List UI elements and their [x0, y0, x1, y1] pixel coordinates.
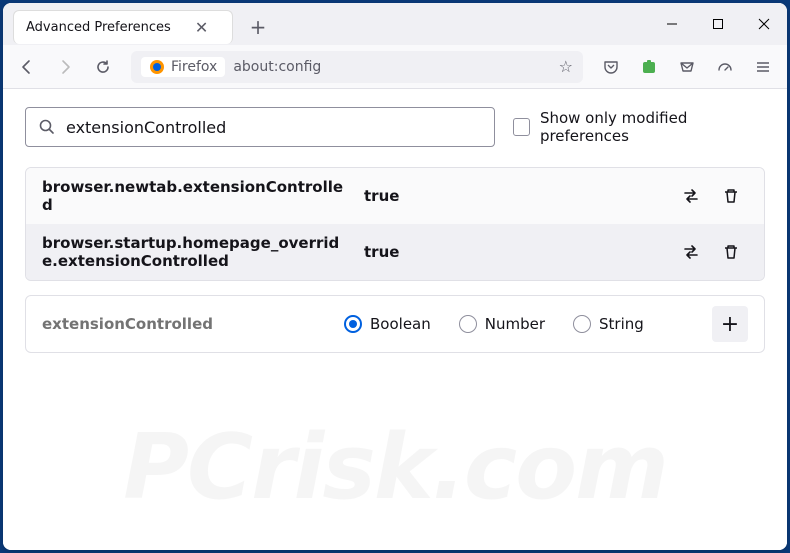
reload-button[interactable] [87, 51, 119, 83]
checkbox-label: Show only modified preferences [540, 109, 765, 145]
radio-boolean[interactable]: Boolean [344, 315, 431, 333]
pref-row: browser.newtab.extensionControlled true [26, 168, 764, 224]
swap-icon [681, 242, 701, 262]
radio-icon [344, 315, 362, 333]
search-icon [38, 118, 56, 136]
trash-icon [721, 242, 741, 262]
watermark: PCrisk.com [3, 415, 787, 520]
url-bar[interactable]: Firefox about:config ☆ [131, 51, 583, 83]
plus-icon: + [721, 312, 739, 337]
minimize-button[interactable] [649, 3, 695, 45]
pref-value: true [364, 187, 662, 205]
inbox-icon[interactable] [671, 51, 703, 83]
close-window-button[interactable] [741, 3, 787, 45]
url-text: about:config [233, 59, 550, 75]
browser-window: Advanced Preferences ✕ + Firefox about:c… [3, 3, 787, 550]
dashboard-icon[interactable] [709, 51, 741, 83]
delete-button[interactable] [714, 235, 748, 269]
add-button[interactable]: + [712, 306, 748, 342]
maximize-button[interactable] [695, 3, 741, 45]
radio-string[interactable]: String [573, 315, 644, 333]
radio-icon [459, 315, 477, 333]
identity-label: Firefox [171, 59, 217, 75]
close-icon[interactable]: ✕ [195, 18, 208, 37]
type-radio-group: Boolean Number String [344, 315, 700, 333]
titlebar: Advanced Preferences ✕ + [3, 3, 787, 45]
bookmark-star-icon[interactable]: ☆ [559, 57, 573, 76]
search-row: Show only modified preferences [25, 107, 765, 147]
tab-title: Advanced Preferences [26, 20, 171, 35]
swap-icon [681, 186, 701, 206]
identity-box[interactable]: Firefox [141, 57, 225, 77]
pref-name: browser.newtab.extensionControlled [42, 178, 352, 214]
new-tab-button[interactable]: + [243, 12, 273, 42]
pref-name: browser.startup.homepage_override.extens… [42, 234, 352, 270]
checkbox-icon [513, 118, 530, 136]
page-content: Show only modified preferences browser.n… [3, 89, 787, 550]
add-pref-name: extensionControlled [42, 315, 332, 333]
nav-toolbar: Firefox about:config ☆ [3, 45, 787, 89]
firefox-icon [149, 59, 165, 75]
pref-row: browser.startup.homepage_override.extens… [26, 224, 764, 280]
pref-actions [674, 235, 748, 269]
pref-actions [674, 179, 748, 213]
back-button[interactable] [11, 51, 43, 83]
pref-value: true [364, 243, 662, 261]
radio-number[interactable]: Number [459, 315, 545, 333]
trash-icon [721, 186, 741, 206]
radio-icon [573, 315, 591, 333]
extensions-icon[interactable] [633, 51, 665, 83]
window-controls [649, 3, 787, 45]
add-pref-row: extensionControlled Boolean Number Strin… [25, 295, 765, 353]
pocket-icon[interactable] [595, 51, 627, 83]
delete-button[interactable] [714, 179, 748, 213]
forward-button[interactable] [49, 51, 81, 83]
app-menu-button[interactable] [747, 51, 779, 83]
toggle-button[interactable] [674, 179, 708, 213]
prefs-list: browser.newtab.extensionControlled true … [25, 167, 765, 281]
search-input[interactable] [66, 118, 482, 137]
radio-label: Number [485, 315, 545, 333]
browser-tab[interactable]: Advanced Preferences ✕ [13, 10, 233, 44]
radio-label: Boolean [370, 315, 431, 333]
modified-only-checkbox[interactable]: Show only modified preferences [513, 109, 765, 145]
toggle-button[interactable] [674, 235, 708, 269]
radio-label: String [599, 315, 644, 333]
search-box[interactable] [25, 107, 495, 147]
